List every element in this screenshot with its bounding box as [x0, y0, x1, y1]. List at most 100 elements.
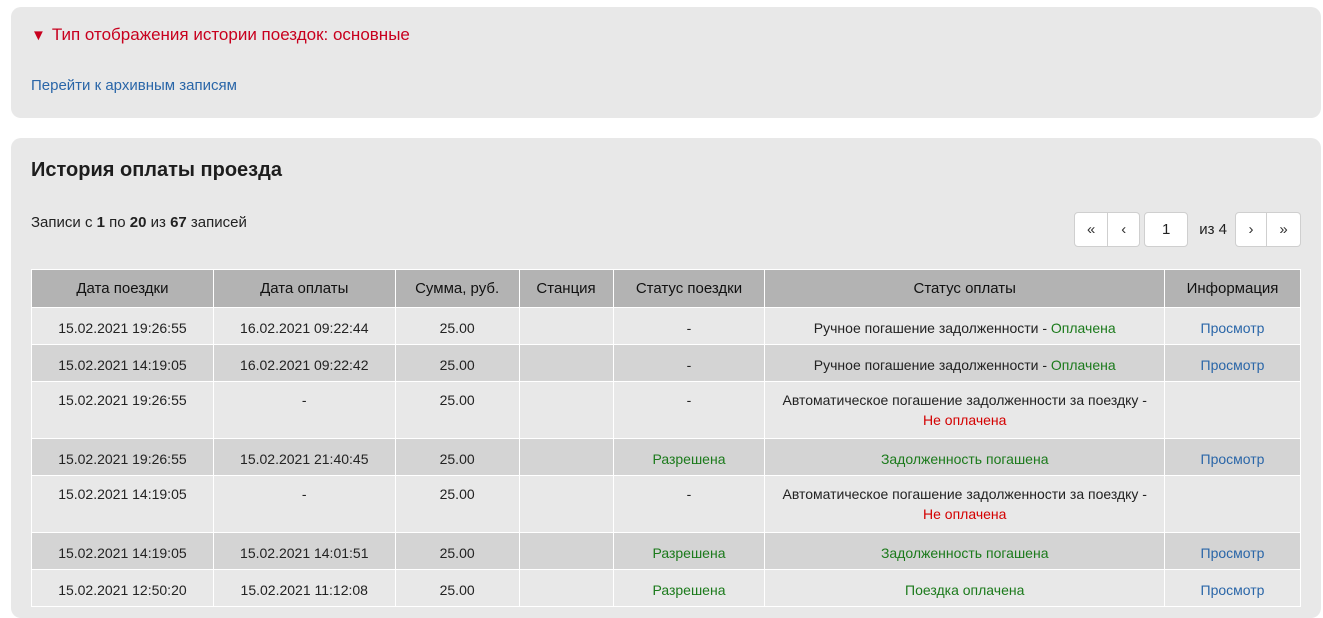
pay-status-value: Не оплачена	[923, 506, 1007, 522]
cell-info	[1164, 475, 1301, 533]
pay-status-value: Задолженность погашена	[880, 451, 1049, 467]
column-header-info[interactable]: Информация	[1164, 269, 1301, 308]
records-total: 67	[170, 214, 187, 231]
cell-station	[518, 569, 614, 607]
cell-sum: 25.00	[394, 344, 520, 382]
cell-station	[518, 532, 614, 570]
cell-trip-date: 15.02.2021 19:26:55	[31, 381, 214, 439]
cell-sum: 25.00	[394, 532, 520, 570]
cell-pay-status: Поездка оплачена	[764, 569, 1166, 607]
table-row: 15.02.2021 19:26:55-25.00- Автоматическое…	[31, 381, 1301, 439]
total-pages-label: из 4	[1199, 221, 1227, 238]
records-to: 20	[129, 214, 147, 231]
last-page-button[interactable]: »	[1267, 212, 1301, 247]
cell-pay-date: 15.02.2021 14:01:51	[212, 532, 396, 570]
records-counter: Записи с 1 по 20 из 67 записей	[31, 214, 247, 231]
cell-station	[518, 344, 614, 382]
table-row: 15.02.2021 19:26:55 16.02.2021 09:22:44 25…	[31, 307, 1301, 345]
pay-status-text: Автоматическое погашение задолженности з…	[782, 392, 1147, 408]
payment-history-table: Дата поездки Дата оплаты Сумма, руб. Ста…	[31, 269, 1301, 607]
cell-pay-date: 15.02.2021 21:40:45	[212, 438, 396, 476]
cell-trip-status: -	[612, 307, 766, 345]
column-header-trip-date[interactable]: Дата поездки	[31, 269, 214, 308]
pay-status-value: Оплачена	[1050, 320, 1116, 336]
triangle-down-icon: ▼	[31, 26, 46, 44]
pay-status-value: Задолженность погашена	[880, 545, 1049, 561]
cell-pay-date: -	[212, 475, 396, 533]
table-row: 15.02.2021 14:19:05 15.02.2021 14:01:51 25…	[31, 532, 1301, 570]
column-header-station[interactable]: Станция	[518, 269, 614, 308]
trip-display-filter-panel: ▼ Тип отображения истории поездок: основ…	[11, 7, 1321, 118]
cell-info: Просмотр	[1164, 569, 1301, 607]
pay-status-value: Поездка оплачена	[905, 582, 1025, 598]
table-row: 15.02.2021 14:19:05 16.02.2021 09:22:42 25…	[31, 344, 1301, 382]
table-header-row: Дата поездки Дата оплаты Сумма, руб. Ста…	[31, 269, 1301, 308]
column-header-pay-status[interactable]: Статус оплаты	[764, 269, 1166, 308]
trip-status-value: Разрешена	[652, 582, 726, 598]
cell-trip-status: Разрешена	[612, 532, 766, 570]
payment-history-panel: История оплаты проезда Записи с 1 по 20 …	[11, 138, 1321, 618]
pay-status-text: Ручное погашение задолженности -	[813, 320, 1051, 336]
cell-info: Просмотр	[1164, 438, 1301, 476]
pay-status-value: Оплачена	[1050, 357, 1116, 373]
cell-info: Просмотр	[1164, 307, 1301, 345]
cell-station	[518, 307, 614, 345]
pay-status-text: Ручное погашение задолженности -	[813, 357, 1051, 373]
trip-status-value: -	[686, 320, 692, 336]
table-row: 15.02.2021 12:50:20 15.02.2021 11:12:08 25…	[31, 569, 1301, 607]
cell-sum: 25.00	[394, 438, 520, 476]
cell-pay-date: 15.02.2021 11:12:08	[212, 569, 396, 607]
cell-pay-date: -	[212, 381, 396, 439]
display-type-toggle[interactable]: ▼ Тип отображения истории поездок: основ…	[31, 25, 410, 45]
records-from: 1	[96, 214, 105, 231]
column-header-sum[interactable]: Сумма, руб.	[394, 269, 520, 308]
view-details-link[interactable]: Просмотр	[1201, 451, 1265, 467]
cell-pay-status: Задолженность погашена	[764, 532, 1166, 570]
cell-info	[1164, 381, 1301, 439]
cell-station	[518, 475, 614, 533]
cell-trip-status: -	[612, 381, 766, 439]
cell-pay-status: Автоматическое погашение задолженности з…	[764, 475, 1166, 533]
cell-station	[518, 438, 614, 476]
view-details-link[interactable]: Просмотр	[1201, 357, 1265, 373]
view-details-link[interactable]: Просмотр	[1201, 545, 1265, 561]
cell-sum: 25.00	[394, 475, 520, 533]
view-details-link[interactable]: Просмотр	[1201, 582, 1265, 598]
pay-status-value: Не оплачена	[923, 412, 1007, 428]
view-details-link[interactable]: Просмотр	[1201, 320, 1265, 336]
trip-status-value: Разрешена	[652, 545, 726, 561]
pay-status-text: Автоматическое погашение задолженности з…	[782, 486, 1147, 502]
cell-trip-date: 15.02.2021 12:50:20	[31, 569, 214, 607]
cell-pay-status: Автоматическое погашение задолженности з…	[764, 381, 1166, 439]
cell-trip-status: Разрешена	[612, 438, 766, 476]
cell-trip-status: -	[612, 344, 766, 382]
cell-pay-status: Ручное погашение задолженности - Оплачен…	[764, 307, 1166, 345]
cell-sum: 25.00	[394, 569, 520, 607]
next-page-button[interactable]: ›	[1235, 212, 1267, 247]
cell-station	[518, 381, 614, 439]
page-title: История оплаты проезда	[31, 159, 282, 181]
table-row: 15.02.2021 14:19:05-25.00- Автоматическое…	[31, 475, 1301, 533]
display-type-label: Тип отображения истории поездок: основны…	[51, 25, 410, 44]
cell-trip-date: 15.02.2021 19:26:55	[31, 438, 214, 476]
cell-trip-date: 15.02.2021 14:19:05	[31, 344, 214, 382]
first-page-button[interactable]: «	[1074, 212, 1109, 247]
prev-page-button[interactable]: ‹	[1108, 212, 1141, 247]
trip-status-value: -	[686, 357, 692, 373]
cell-sum: 25.00	[394, 307, 520, 345]
cell-info: Просмотр	[1164, 532, 1301, 570]
trip-status-value: -	[686, 392, 692, 408]
cell-pay-date: 16.02.2021 09:22:44	[212, 307, 396, 345]
cell-info: Просмотр	[1164, 344, 1301, 382]
column-header-pay-date[interactable]: Дата оплаты	[212, 269, 396, 308]
page-number-input[interactable]	[1144, 212, 1189, 247]
trip-status-value: Разрешена	[652, 451, 726, 467]
cell-trip-date: 15.02.2021 14:19:05	[31, 532, 214, 570]
cell-trip-date: 15.02.2021 14:19:05	[31, 475, 214, 533]
trip-status-value: -	[686, 486, 692, 502]
cell-pay-status: Задолженность погашена	[764, 438, 1166, 476]
cell-pay-date: 16.02.2021 09:22:42	[212, 344, 396, 382]
archive-records-link[interactable]: Перейти к архивным записям	[31, 77, 237, 94]
column-header-trip-status[interactable]: Статус поездки	[612, 269, 766, 308]
cell-pay-status: Ручное погашение задолженности - Оплачен…	[764, 344, 1166, 382]
